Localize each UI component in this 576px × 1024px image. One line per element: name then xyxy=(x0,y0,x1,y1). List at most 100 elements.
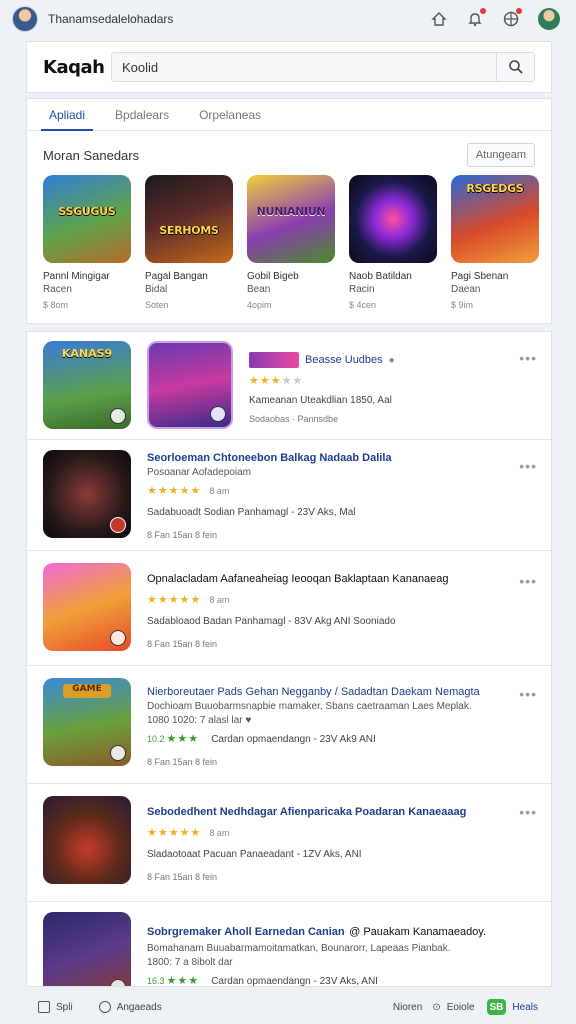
more-icon[interactable]: ••• xyxy=(519,350,537,366)
notification-dot xyxy=(480,8,486,14)
tab-bpdalears[interactable]: Bpdalears xyxy=(107,99,177,130)
square-icon xyxy=(38,1001,50,1013)
more-icon[interactable]: ••• xyxy=(519,458,537,474)
list-item-meta: Sladaotoaat Pacuan Panaeadant - 1ZV Aks,… xyxy=(147,849,362,860)
badge-icon xyxy=(110,745,126,761)
badge-icon xyxy=(110,517,126,533)
list-item[interactable]: GAME Nierboreutaer Pads Gehan Negganby /… xyxy=(27,666,551,784)
search-card: Kaqah xyxy=(26,41,552,93)
rating-stars: ★★★★★ 8 am xyxy=(147,485,230,497)
search-input[interactable] xyxy=(112,53,496,81)
rating-stars: ★★★★★ 8 am xyxy=(147,594,230,606)
featured-item-price: $ 4cen xyxy=(349,300,377,310)
featured-item-price: $ 8om xyxy=(43,300,69,310)
bottom-item-nioren[interactable]: Nioren xyxy=(393,1002,422,1013)
bottom-label: Nioren xyxy=(392,1001,423,1013)
featured-item-price: 4opim xyxy=(247,300,272,310)
thumbnail-title: NUNIANIUN xyxy=(256,204,326,218)
circle-icon xyxy=(98,1001,111,1013)
logo: Kaqah xyxy=(43,56,105,78)
list-item-foot: 8 Fan 15an 8 fein xyxy=(147,757,218,767)
featured-item[interactable]: RSGEDGS Pagi Sbenan Daean $ 9im xyxy=(451,175,539,310)
bottom-item-eoiole[interactable]: ⊙ Eoiole xyxy=(432,1002,474,1013)
game-thumbnail: NUNIANIUN xyxy=(247,175,335,263)
list-item[interactable]: Sebodedhent Nedhdagar Afienparicaka Poad… xyxy=(27,784,551,902)
bell-icon[interactable] xyxy=(466,8,486,28)
thumbnail-title: SERHOMS xyxy=(159,224,219,238)
home-icon[interactable] xyxy=(430,10,448,28)
game-thumbnail: GAME xyxy=(43,678,131,766)
grid-badge-dot xyxy=(516,8,522,14)
featured-header: Moran Sanedars Atungeam xyxy=(27,131,551,171)
list-item-meta: Sadabloaod Badan Panhamagl - 83V Akg ANI… xyxy=(147,616,396,627)
featured-item-sub: Bean xyxy=(247,284,271,295)
featured-item[interactable]: SERHOMS Pagal Bangan Bidal Soten xyxy=(145,175,233,310)
featured-item[interactable]: Naob Batildan Racin $ 4cen xyxy=(349,175,437,310)
bottom-item-heals[interactable]: SB Heals xyxy=(486,999,538,1015)
game-thumbnail xyxy=(43,563,131,651)
featured-item-sub: Bidal xyxy=(145,284,168,295)
featured-title: Moran Sanedars xyxy=(43,147,140,163)
list-item-body: Sebodedhent Nedhdagar Afienparicaka Poad… xyxy=(147,806,513,882)
featured-item[interactable]: SSGUGUS Pannl Mingigar Racen $ 8om xyxy=(43,175,131,310)
badge-icon xyxy=(110,408,126,424)
rating-stars: ★★★★★ 8 am xyxy=(147,827,230,839)
list-item[interactable]: KANAS9 Beasse Uudbes ● ★★★★★ Kameanan Ut… xyxy=(27,332,551,440)
tab-bar: Apliadi Bpdalears Orpelaneas xyxy=(27,99,551,131)
list-item-meta: Kameanan Uteakdlian 1850, Aal xyxy=(249,395,392,406)
store-badge: SB xyxy=(486,999,507,1015)
list-item[interactable]: Seorloeman Chtoneebon Balkag Nadaab Dali… xyxy=(27,440,551,551)
rating-stars: 10.2 ★★★ Cardan opmaendangn - 23V Ak9 ANI xyxy=(147,733,376,745)
top-actions xyxy=(430,8,560,30)
list-item[interactable]: Opnalacladam Aafaneaheiag Ieooqan Baklap… xyxy=(27,551,551,666)
list-item-title: Nierboreutaer Pads Gehan Negganby / Sada… xyxy=(147,686,480,698)
bottom-item-spli[interactable]: Spli xyxy=(38,1001,73,1013)
list-item-subtitle: Posoanar Aofadepoiam xyxy=(147,467,251,478)
list-item-title-suffix: @ Pauakam Kanamaeadoy. xyxy=(349,926,487,938)
featured-item-sub: Racen xyxy=(43,284,72,295)
game-thumbnail xyxy=(43,912,131,986)
bottom-bar: Spli Angaeads Nioren ⊙ Eoiole SB Heals xyxy=(0,990,576,1024)
list-item-subtitle-2: 1080 1020: 7 alasl lar ♥ xyxy=(147,715,252,726)
avatar[interactable] xyxy=(12,6,38,32)
search-button[interactable] xyxy=(496,53,534,81)
list-item-subtitle: Dochioam Buuobarmsnapbie mamaker, Sbans … xyxy=(147,701,472,712)
list-item-subtitle-2: 1800: 7 a 8ibolt dar xyxy=(147,957,233,968)
link-icon: ⊙ xyxy=(432,1001,441,1013)
grid-icon[interactable] xyxy=(502,8,522,28)
more-icon[interactable]: ••• xyxy=(519,804,537,820)
list-item-foot: 8 Fan 15an 8 fein xyxy=(147,639,218,649)
tab-apliadi[interactable]: Apliadi xyxy=(41,99,94,131)
game-thumbnail: RSGEDGS xyxy=(451,175,539,263)
badge-icon xyxy=(110,630,126,646)
more-icon[interactable]: ••• xyxy=(519,573,537,589)
list-item-body: Opnalacladam Aafaneaheiag Ieooqan Baklap… xyxy=(147,573,513,649)
featured-item[interactable]: NUNIANIUN Gobil Bigeb Bean 4opim xyxy=(247,175,335,310)
game-thumbnail xyxy=(349,175,437,263)
rating-stars: 16.3 ★★★ Cardan opmaendangn - 23V Aks, AN… xyxy=(147,975,378,987)
badge-icon xyxy=(110,979,126,986)
more-icon[interactable]: ••• xyxy=(519,686,537,702)
badge-icon xyxy=(210,406,226,422)
list-item-body: Sobrgremaker Aholl Earnedan Canian @ Pau… xyxy=(147,922,493,987)
list-item-foot: Sodaobas · Pannsdbe xyxy=(249,414,339,424)
thumbnail-title: SSGUGUS xyxy=(58,204,116,218)
top-bar: Thanamsedalelohadars xyxy=(0,0,576,38)
list-item-title: Beasse Uudbes xyxy=(305,354,383,366)
rating-stars: ★★★★★ xyxy=(249,375,304,387)
list-item-subtitle: Bomahanam Buuabarmamoitamatkan, Bounaror… xyxy=(147,943,451,954)
search-box xyxy=(111,52,535,82)
bottom-label: Eoiole xyxy=(446,1001,475,1013)
see-all-button[interactable]: Atungeam xyxy=(466,143,535,167)
list-item-body: Nierboreutaer Pads Gehan Negganby / Sada… xyxy=(147,686,493,767)
bottom-item-angaeads[interactable]: Angaeads xyxy=(98,1001,162,1013)
featured-item-name: Pannl Mingigar xyxy=(43,271,110,282)
profile-avatar[interactable] xyxy=(538,8,560,30)
game-thumbnail: KANAS9 xyxy=(43,341,131,429)
bottom-label: Angaeads xyxy=(116,1001,162,1013)
featured-item-name: Naob Batildan xyxy=(349,271,412,282)
list-item-body: Beasse Uudbes ● ★★★★★ Kameanan Uteakdlia… xyxy=(249,352,513,424)
verified-icon: ● xyxy=(388,354,395,366)
tab-orpelaneas[interactable]: Orpelaneas xyxy=(191,99,269,130)
list-item[interactable]: Sobrgremaker Aholl Earnedan Canian @ Pau… xyxy=(27,902,551,987)
